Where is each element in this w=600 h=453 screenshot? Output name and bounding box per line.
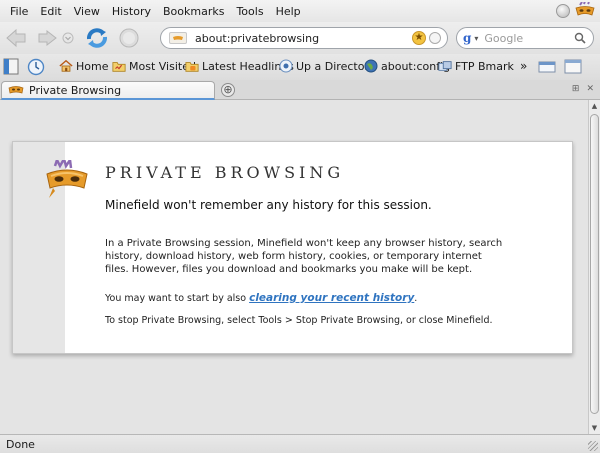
menu-edit[interactable]: Edit [34,5,67,18]
scrollbar-thumb[interactable] [590,114,599,414]
folder-icon [112,62,126,72]
status-bar: Done [0,434,600,453]
tab-title: Private Browsing [29,83,122,97]
bookmark-ftp[interactable]: FTP Bmark [438,59,514,73]
status-text: Done [6,438,35,451]
tab-private-browsing[interactable]: Private Browsing [1,81,215,100]
menu-bookmarks[interactable]: Bookmarks [157,5,230,18]
menu-help[interactable]: Help [270,5,307,18]
up-arrow-icon [279,59,293,73]
house-icon [59,59,73,72]
search-bar[interactable]: g ▾ Google [456,27,594,49]
stop-private-browsing-instructions: To stop Private Browsing, select Tools >… [105,315,493,326]
scroll-down-icon[interactable]: ▼ [590,424,599,432]
clear-history-hint: You may want to start by also clearing y… [105,292,417,304]
tab-strip: Private Browsing ⊕ ⊞ ✕ [0,80,600,100]
bookmarks-toolbar: Home Most Visited Latest Headlines Up a … [0,54,600,80]
hint-suffix: . [414,293,418,304]
new-tab-button[interactable]: ⊕ [221,83,235,97]
menu-view[interactable]: View [68,5,106,18]
search-placeholder[interactable]: Google [484,32,523,45]
page-subtitle: Minefield won't remember any history for… [105,198,432,212]
clear-recent-history-link[interactable]: clearing your recent history [249,292,414,304]
bookmarks-overflow-button[interactable]: » [520,59,527,73]
window-tile-icon[interactable] [538,60,556,74]
hint-prefix: You may want to start by also [105,293,250,304]
menu-tools[interactable]: Tools [230,5,269,18]
chevron-down-icon [62,32,74,44]
bookmark-up-directory[interactable]: Up a Directory [279,59,375,73]
bookmark-star-icon[interactable]: ★ [412,31,426,45]
history-dropdown-button[interactable] [62,32,74,44]
mask-favicon-icon [8,86,24,94]
bookmark-ftp-label: FTP Bmark [455,59,514,73]
reload-icon [87,28,107,48]
forward-button[interactable] [36,28,58,48]
list-all-tabs-icon[interactable]: ⊞ [572,84,580,94]
resize-grip-icon[interactable] [588,441,598,451]
bookmark-home[interactable]: Home [59,59,108,73]
close-tab-icon[interactable]: ✕ [586,84,594,94]
stop-button[interactable] [118,27,140,49]
search-icon[interactable] [574,32,586,44]
window-icon[interactable] [564,59,582,74]
stop-icon [119,28,139,48]
menu-file[interactable]: File [4,5,34,18]
scroll-up-icon[interactable]: ▲ [590,102,599,110]
bookmark-home-label: Home [76,59,109,73]
bookmark-most-visited[interactable]: Most Visited [112,59,196,73]
sidebar-bookmarks-icon[interactable] [3,58,19,75]
history-clock-icon[interactable] [27,58,45,76]
site-identity-icon[interactable] [169,32,187,44]
menu-bar: File Edit View History Bookmarks Tools H… [0,0,600,22]
google-engine-icon[interactable]: g [463,31,471,45]
private-browsing-mask-icon [575,2,595,16]
reload-button[interactable] [84,25,110,51]
menu-history[interactable]: History [106,5,157,18]
forward-arrow-icon [38,29,57,47]
page-content: PRIVATE BROWSING Minefield won't remembe… [0,100,588,434]
globe-icon [364,59,378,73]
private-browsing-panel: PRIVATE BROWSING Minefield won't remembe… [12,141,573,354]
page-description: In a Private Browsing session, Minefield… [105,238,503,275]
rss-icon [185,62,199,72]
back-button[interactable] [4,27,28,49]
go-dropdown-icon[interactable] [429,32,441,44]
vertical-scrollbar[interactable]: ▲ ▼ [588,100,600,434]
ftp-icon [438,61,452,71]
navigation-toolbar: about:privatebrowsing ★ g ▾ Google [0,22,600,54]
url-text[interactable]: about:privatebrowsing [195,32,319,45]
bookmark-latest-headlines[interactable]: Latest Headlines [185,59,294,73]
activity-throbber-icon [556,4,570,18]
search-engine-dropdown-icon[interactable]: ▾ [474,34,478,43]
back-arrow-icon [6,28,26,48]
page-title: PRIVATE BROWSING [105,163,345,182]
private-mask-icon [46,160,88,198]
url-bar[interactable]: about:privatebrowsing ★ [160,27,448,49]
